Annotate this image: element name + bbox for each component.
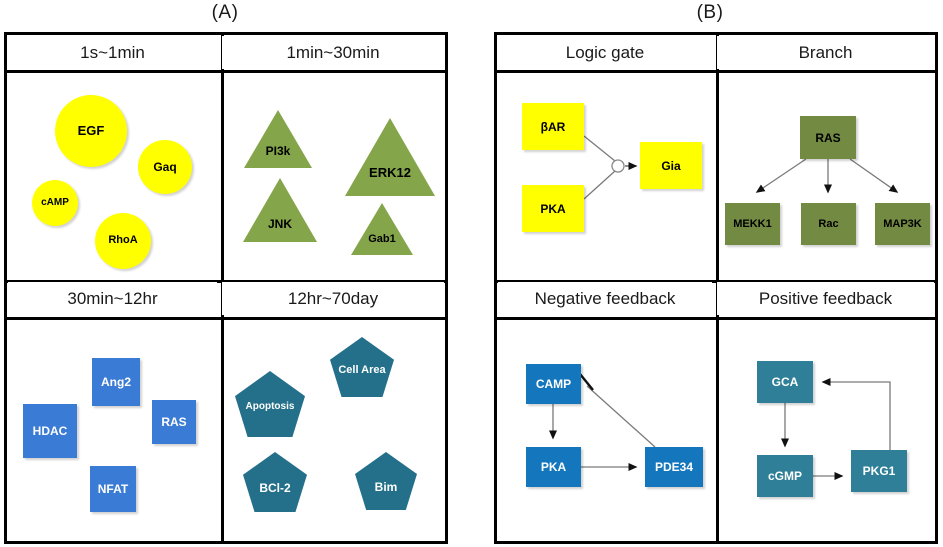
node-gab1[interactable]: Gab1 xyxy=(351,203,413,255)
node-label: RhoA xyxy=(108,234,138,247)
node-label: cAMP xyxy=(41,196,69,208)
quad-header-12hr-70day: 12hr~70day xyxy=(222,282,444,315)
quad-header-label: Branch xyxy=(798,42,853,62)
node-map3k[interactable]: MAP3K xyxy=(875,203,930,245)
quad-header-1min-30min: 1min~30min xyxy=(222,36,444,69)
node-cgmp[interactable]: cGMP xyxy=(757,455,813,497)
node-nfat[interactable]: NFAT xyxy=(90,466,136,512)
node-label: CAMP xyxy=(535,377,572,391)
node-pka-nf[interactable]: PKA xyxy=(526,447,581,487)
quad-header-negative-feedback: Negative feedback xyxy=(498,282,712,315)
node-gia[interactable]: Gia xyxy=(640,142,702,189)
node-label: Ang2 xyxy=(101,374,131,389)
node-label: RAS xyxy=(815,130,841,145)
node-ras-b[interactable]: RAS xyxy=(800,116,856,159)
quad-header-label: Negative feedback xyxy=(534,288,676,308)
node-label: ERK12 xyxy=(369,165,411,181)
node-mekk1[interactable]: MEKK1 xyxy=(725,203,780,245)
node-rac[interactable]: Rac xyxy=(801,203,856,245)
node-bcl2[interactable]: BCl-2 xyxy=(243,452,307,512)
node-label: NFAT xyxy=(97,481,129,496)
node-pde34[interactable]: PDE34 xyxy=(645,447,703,487)
node-label: PKG1 xyxy=(862,464,896,478)
node-label: RAS xyxy=(161,414,187,429)
node-apoptosis[interactable]: Apoptosis xyxy=(235,371,305,437)
node-label: βAR xyxy=(540,119,566,134)
node-rhoa[interactable]: RhoA xyxy=(95,213,151,269)
node-label: Gia xyxy=(661,158,681,173)
quad-header-label: Positive feedback xyxy=(758,288,893,308)
quad-header-positive-feedback: Positive feedback xyxy=(717,282,934,315)
node-bim[interactable]: Bim xyxy=(355,452,417,510)
node-label: HDAC xyxy=(32,423,68,438)
quad-header-1s-1min: 1s~1min xyxy=(8,36,217,69)
node-label: Apoptosis xyxy=(245,400,295,412)
node-label: GCA xyxy=(771,375,799,389)
quad-header-logic-gate: Logic gate xyxy=(498,36,712,69)
node-ras-a[interactable]: RAS xyxy=(152,400,196,444)
node-label: PDE34 xyxy=(654,460,694,474)
node-label: EGF xyxy=(77,123,105,139)
quad-header-30min-12hr: 30min~12hr xyxy=(8,282,217,315)
node-label: cGMP xyxy=(767,469,802,483)
node-pi3k[interactable]: PI3k xyxy=(244,110,312,168)
node-ang2[interactable]: Ang2 xyxy=(92,358,140,406)
node-label: MAP3K xyxy=(883,218,922,230)
node-egf[interactable]: EGF xyxy=(55,95,127,167)
node-erk12[interactable]: ERK12 xyxy=(345,118,435,196)
quad-header-branch: Branch xyxy=(717,36,934,69)
panel-b-label: (B) xyxy=(696,2,724,23)
node-camp[interactable]: cAMP xyxy=(32,180,78,226)
node-label: JNK xyxy=(267,216,292,231)
node-jnk[interactable]: JNK xyxy=(243,178,317,242)
node-label: BCl-2 xyxy=(259,480,291,495)
node-pka-logic[interactable]: PKA xyxy=(522,185,584,232)
node-camp-nf[interactable]: CAMP xyxy=(526,364,581,404)
node-label: Gab1 xyxy=(368,233,396,246)
panel-a-header-rule-bottom xyxy=(7,317,445,320)
node-label: Gaq xyxy=(153,159,177,174)
node-label: Rac xyxy=(818,218,839,230)
node-gaq[interactable]: Gaq xyxy=(138,140,192,194)
node-hdac[interactable]: HDAC xyxy=(23,404,77,458)
quad-header-label: 1s~1min xyxy=(80,42,145,62)
node-label: PKA xyxy=(540,201,566,216)
node-label: Cell Area xyxy=(338,364,386,377)
panel-b-header-rule-bottom xyxy=(497,317,935,320)
node-label: PKA xyxy=(540,460,567,474)
panel-a-label: (A) xyxy=(211,2,239,23)
node-pkg1[interactable]: PKG1 xyxy=(851,450,907,492)
quad-header-label: 30min~12hr xyxy=(67,288,158,308)
quad-header-label: 12hr~70day xyxy=(287,288,379,308)
quad-header-label: 1min~30min xyxy=(286,42,380,62)
node-label: Bim xyxy=(374,479,398,494)
panel-b-header-rule-top xyxy=(497,70,935,73)
panel-a-header-rule-top xyxy=(7,70,445,73)
node-bar[interactable]: βAR xyxy=(522,103,584,150)
node-gca[interactable]: GCA xyxy=(757,361,813,403)
node-label: PI3k xyxy=(265,143,291,158)
node-label: MEKK1 xyxy=(733,218,772,230)
quad-header-label: Logic gate xyxy=(565,42,645,62)
node-cell-area[interactable]: Cell Area xyxy=(330,337,394,397)
